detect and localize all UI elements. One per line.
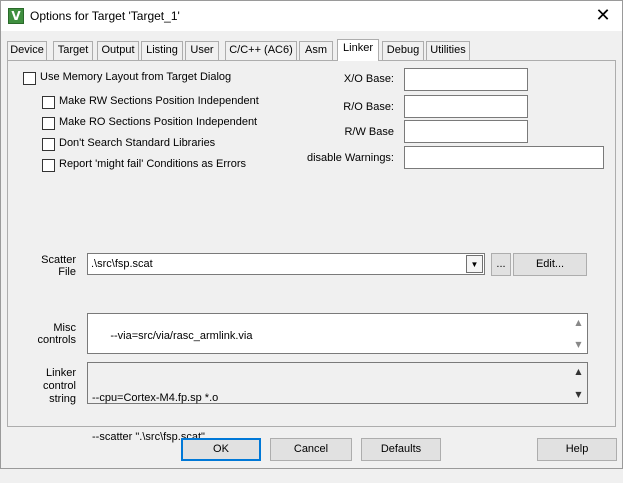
disable-warnings-input[interactable] xyxy=(404,146,604,169)
linker-control-line1: --cpu=Cortex-M4.fp.sp *.o xyxy=(92,392,219,404)
rw-independent-label: Make RW Sections Position Independent xyxy=(59,95,259,107)
close-icon[interactable]: ✕ xyxy=(592,5,614,27)
scatter-file-label-line2: File xyxy=(58,266,76,278)
misc-controls-scrollbar[interactable]: ▲ ▼ xyxy=(570,314,587,353)
misc-controls-textarea[interactable]: --via=src/via/rasc_armlink.via ▲ ▼ xyxy=(87,313,588,354)
tab-output[interactable]: Output xyxy=(97,41,139,60)
tab-debug[interactable]: Debug xyxy=(382,41,424,60)
scatter-file-label-line1: Scatter xyxy=(41,254,76,266)
ro-base-input[interactable] xyxy=(404,95,528,118)
tab-device[interactable]: Device xyxy=(7,41,47,60)
tab-linker[interactable]: Linker xyxy=(337,39,379,61)
rw-base-input[interactable] xyxy=(404,120,528,143)
help-button[interactable]: Help xyxy=(537,438,617,461)
scroll-up-icon[interactable]: ▲ xyxy=(574,367,583,376)
linker-control-string[interactable]: --cpu=Cortex-M4.fp.sp *.o --scatter ".\s… xyxy=(87,362,588,443)
cancel-button[interactable]: Cancel xyxy=(270,438,352,461)
use-memory-layout-checkbox[interactable] xyxy=(23,72,36,85)
tab-user[interactable]: User xyxy=(185,41,219,60)
title-bar: V Options for Target 'Target_1' ✕ xyxy=(1,1,622,31)
no-std-libs-label: Don't Search Standard Libraries xyxy=(59,137,216,149)
keil-app-icon: V xyxy=(8,8,24,24)
tab-target[interactable]: Target xyxy=(53,41,93,60)
tab-c-cpp[interactable]: C/C++ (AC6) xyxy=(225,41,297,60)
window-title: Options for Target 'Target_1' xyxy=(30,9,180,23)
tab-utilities[interactable]: Utilities xyxy=(426,41,470,60)
linker-panel: Use Memory Layout from Target Dialog Mak… xyxy=(7,60,616,443)
linker-control-label-line1: Linker xyxy=(46,367,76,379)
xo-base-input[interactable] xyxy=(404,68,528,91)
misc-controls-label-line1: Misc xyxy=(53,322,76,334)
ro-independent-checkbox[interactable] xyxy=(42,117,55,130)
no-std-libs-checkbox[interactable] xyxy=(42,138,55,151)
misc-controls-value: --via=src/via/rasc_armlink.via xyxy=(110,330,253,342)
linker-control-label: Linker control string xyxy=(20,367,76,406)
chevron-down-icon[interactable]: ▼ xyxy=(466,255,483,273)
linker-control-label-line2: control xyxy=(42,380,76,392)
scroll-down-icon[interactable]: ▼ xyxy=(574,390,583,399)
ok-button[interactable]: OK xyxy=(181,438,261,461)
scroll-down-icon[interactable]: ▼ xyxy=(574,340,583,349)
use-memory-layout-label: Use Memory Layout from Target Dialog xyxy=(40,71,232,83)
tab-listing[interactable]: Listing xyxy=(141,41,183,60)
xo-base-label: X/O Base: xyxy=(343,73,394,85)
might-fail-errors-checkbox[interactable] xyxy=(42,159,55,172)
browse-scatter-button[interactable]: ... xyxy=(491,253,511,276)
scroll-up-icon[interactable]: ▲ xyxy=(574,318,583,327)
edit-scatter-button[interactable]: Edit... xyxy=(513,253,587,276)
ro-independent-label: Make RO Sections Position Independent xyxy=(59,116,258,128)
rw-base-label: R/W Base xyxy=(344,126,394,138)
might-fail-errors-label: Report 'might fail' Conditions as Errors xyxy=(59,158,246,170)
linker-control-scrollbar[interactable]: ▲ ▼ xyxy=(570,363,587,403)
options-dialog: V Options for Target 'Target_1' ✕ Device… xyxy=(0,0,623,469)
disable-warnings-label: disable Warnings: xyxy=(306,152,394,164)
misc-controls-label: Misc controls xyxy=(20,322,76,346)
defaults-button[interactable]: Defaults xyxy=(361,438,441,461)
scatter-file-combo[interactable]: .\src\fsp.scat ▼ xyxy=(87,253,485,275)
scatter-file-value: .\src\fsp.scat xyxy=(91,258,153,270)
tab-asm[interactable]: Asm xyxy=(299,41,333,60)
linker-control-label-line3: string xyxy=(49,393,76,405)
scatter-file-label: Scatter File xyxy=(28,254,76,278)
misc-controls-label-line2: controls xyxy=(37,334,76,346)
ro-base-label: R/O Base: xyxy=(343,101,394,113)
rw-independent-checkbox[interactable] xyxy=(42,96,55,109)
